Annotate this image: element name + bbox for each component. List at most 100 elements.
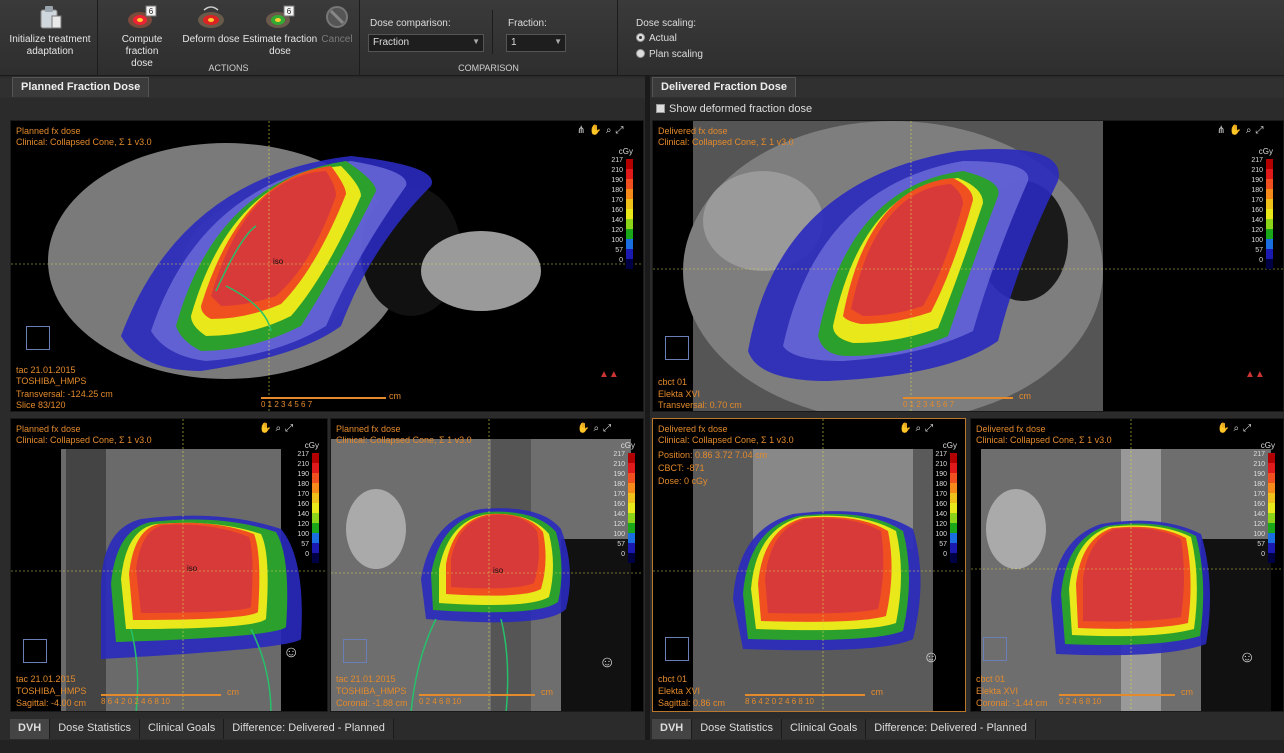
legend-tick: 120 [611,227,623,234]
legend-color-swatch [1268,493,1275,503]
zoom-icon[interactable]: ⌕ [1246,125,1256,136]
tab-delivered-fraction-dose[interactable]: Delivered Fraction Dose [652,77,796,97]
legend-tick: 160 [297,501,309,508]
orientation-cube-icon [983,637,1007,661]
left-bottom-tabs: DVH Dose Statistics Clinical Goals Differen… [10,718,394,739]
legend-tick: 180 [297,481,309,488]
maximize-icon[interactable]: ⤢ [285,423,297,434]
tab-dvh[interactable]: DVH [652,719,693,739]
legend-unit: cGy [1258,147,1273,156]
maximize-icon[interactable]: ⤢ [603,423,615,434]
dose-scaling-group: Dose scaling: Actual Plan scaling [618,0,708,76]
radio-plan-scaling[interactable]: Plan scaling [636,49,703,60]
legend-color-swatch [312,453,319,463]
legend-tick: 190 [297,471,309,478]
tab-clinical-goals[interactable]: Clinical Goals [139,719,225,739]
show-deformed-checkbox[interactable]: Show deformed fraction dose [656,103,812,115]
legend-tick: 100 [1251,237,1263,244]
legend-color-swatch [312,503,319,513]
viewport-delivered-sagittal[interactable]: Delivered fx dose Clinical: Collapsed Co… [652,418,966,712]
vp5-scale-numbers: 8 6 4 2 0 2 4 6 8 10 [745,697,814,706]
legend-tick: 170 [613,491,625,498]
window-level-icon[interactable]: ⋔ [577,125,589,136]
fraction-value: 1 [511,37,517,48]
viewport-planned-coronal[interactable]: iso Planned fx dose Clinical: Collapsed … [330,418,644,712]
legend-unit: cGy [618,147,633,156]
legend-color-swatch [1268,543,1275,553]
vp3-bottom-3: Sagittal: -4.00 cm [16,698,87,708]
legend-tick: 140 [611,217,623,224]
zoom-icon[interactable]: ⌕ [593,423,603,434]
zoom-icon[interactable]: ⌕ [1233,423,1243,434]
vp1-bottom-2: TOSHIBA_HMPS [16,376,87,386]
chevron-down-icon: ▼ [554,37,562,46]
scale-line [261,397,386,399]
initialize-adaptation-button[interactable]: Initialize treatment adaptation [8,4,92,58]
viewport-planned-sagittal[interactable]: iso Planned fx dose Clinical: Collapsed … [10,418,328,712]
maximize-icon[interactable]: ⤢ [615,125,627,136]
pan-hand-icon[interactable]: ✋ [589,125,605,136]
legend-tick: 120 [1251,227,1263,234]
vp2-subtitle: Clinical: Collapsed Cone, Σ 1 v3.0 [658,137,794,147]
tab-dose-statistics[interactable]: Dose Statistics [50,719,140,739]
maximize-icon[interactable]: ⤢ [925,423,937,434]
radio-actual[interactable]: Actual [636,33,677,44]
pan-hand-icon[interactable]: ✋ [259,423,275,434]
tab-planned-fraction-dose[interactable]: Planned Fraction Dose [12,77,150,97]
tab-difference[interactable]: Difference: Delivered - Planned [224,719,394,739]
legend-tick: 0 [943,551,947,558]
zoom-icon[interactable]: ⌕ [915,423,925,434]
legend-color-swatch [1268,523,1275,533]
legend-color-swatch [628,513,635,523]
vp4-title: Planned fx dose [336,424,401,434]
legend-tick: 140 [613,511,625,518]
orientation-cube-icon [665,336,689,360]
init-label-1: Initialize treatment [9,34,91,45]
maximize-icon[interactable]: ⤢ [1243,423,1255,434]
tab-dvh[interactable]: DVH [10,719,51,739]
legend-color-swatch [628,543,635,553]
legend-tick: 160 [613,501,625,508]
viewport-delivered-transversal[interactable]: Delivered fx dose Clinical: Collapsed Co… [652,120,1284,412]
tab-dose-statistics[interactable]: Dose Statistics [692,719,782,739]
legend-tick: 217 [1251,157,1263,164]
legend-tick: 57 [615,247,623,254]
legend-color-swatch [312,553,319,563]
vp2-title: Delivered fx dose [658,126,728,136]
cancel-button[interactable]: Cancel [320,4,354,46]
tab-difference[interactable]: Difference: Delivered - Planned [866,719,1036,739]
vp6-legend: cGy 217 210 190 180 170 160 140 120 100 57 0 [1253,441,1275,563]
deform-dose-button[interactable]: Deform dose [182,4,240,46]
legend-tick: 57 [939,541,947,548]
compute-fraction-dose-button[interactable]: 6 Compute fraction dose [104,4,180,70]
pan-hand-icon[interactable]: ✋ [899,423,915,434]
legend-tick: 210 [935,461,947,468]
vp4-legend: cGy 217 210 190 180 170 160 140 120 100 57 0 [613,441,635,563]
zoom-icon[interactable]: ⌕ [606,125,616,136]
viewport-delivered-coronal[interactable]: Delivered fx dose Clinical: Collapsed Co… [970,418,1284,712]
patient-figure-icon: ☺ [923,649,940,666]
tab-clinical-goals[interactable]: Clinical Goals [781,719,867,739]
vp1-scale-numbers: 0 1 2 3 4 5 6 7 [261,400,313,409]
legend-tick: 100 [935,531,947,538]
pan-hand-icon[interactable]: ✋ [577,423,593,434]
pan-hand-icon[interactable]: ✋ [1229,125,1245,136]
estimate-fraction-dose-button[interactable]: 6 Estimate fraction dose [242,4,318,58]
vp1-bottom-3: Transversal: -124.25 cm [16,389,113,399]
maximize-icon[interactable]: ⤢ [1255,125,1267,136]
legend-color-swatch [950,473,957,483]
fraction-select[interactable]: 1 ▼ [506,34,566,52]
zoom-icon[interactable]: ⌕ [275,423,285,434]
dose-comparison-select[interactable]: Fraction ▼ [368,34,484,52]
vp5-bottom-2: Elekta XVI [658,686,701,696]
viewport-planned-transversal[interactable]: iso Planned fx dose Clinical: Collapsed … [10,120,644,412]
pan-hand-icon[interactable]: ✋ [1217,423,1233,434]
vp4-bottom-2: TOSHIBA_HMPS [336,686,407,696]
panel-splitter[interactable] [645,76,650,753]
window-level-icon[interactable]: ⋔ [1217,125,1229,136]
vp3-scale-numbers: 8 6 4 2 0 2 4 6 8 10 [101,697,170,706]
legend-tick: 160 [1251,207,1263,214]
legend-tick: 0 [305,551,309,558]
patient-figure-icon: ☺ [283,644,300,661]
legend-color-swatch [1266,169,1273,179]
